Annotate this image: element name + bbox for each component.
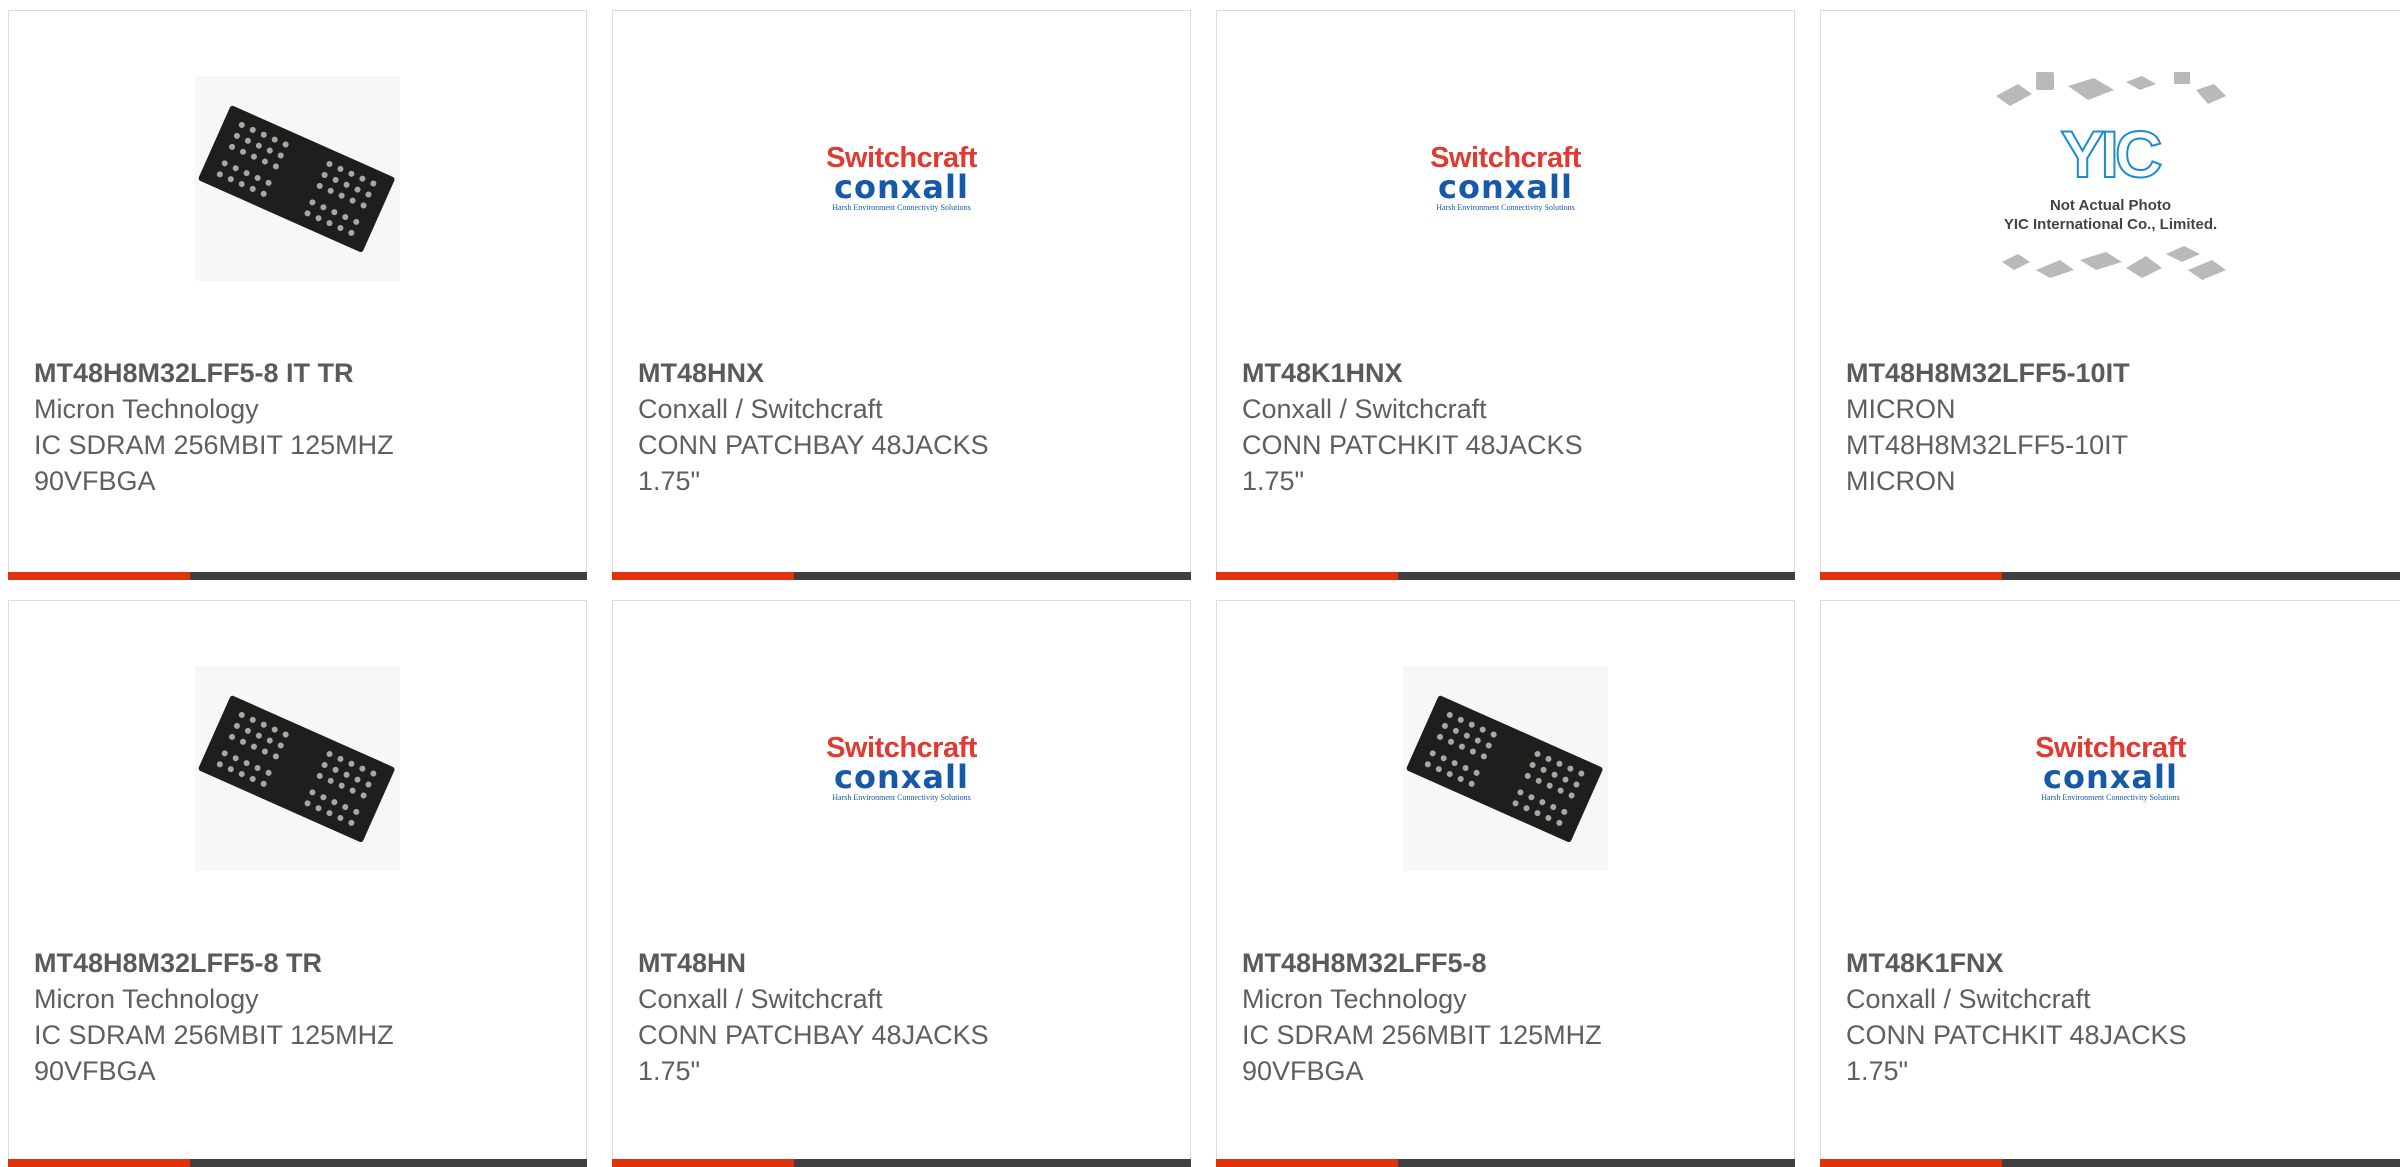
switchcraft-logo: Switchcraft conxall Harsh Environment Co… (2035, 734, 2186, 802)
description-line: CONN PATCHKIT 48JACKS (1242, 430, 1583, 460)
card-bottom-bar (8, 1159, 587, 1167)
product-card[interactable]: YIC Not Actual Photo YIC International C… (1820, 10, 2400, 580)
description-line: 90VFBGA (34, 466, 156, 496)
product-image: YIC Not Actual Photo YIC International C… (1821, 51, 2400, 301)
card-accent (612, 1159, 794, 1167)
logo-tagline: Harsh Environment Connectivity Solutions (1436, 203, 1575, 212)
card-bottom-bar (1216, 572, 1795, 580)
card-bottom-bar (1820, 572, 2400, 580)
chip-icon (195, 665, 400, 871)
manufacturer: Micron Technology (1242, 984, 1467, 1014)
card-accent (612, 572, 794, 580)
product-image (9, 73, 586, 283)
switchcraft-logo: Switchcraft conxall Harsh Environment Co… (826, 144, 977, 212)
description-line: 90VFBGA (34, 1056, 156, 1086)
description-line: MICRON (1846, 466, 1956, 496)
part-number[interactable]: MT48H8M32LFF5-10IT (1846, 355, 2380, 391)
product-image (1217, 663, 1794, 873)
part-number[interactable]: MT48H8M32LFF5-8 (1242, 945, 1774, 981)
chip-icon (1403, 665, 1608, 871)
logo-line: conxall (834, 168, 969, 206)
part-number[interactable]: MT48H8M32LFF5-8 IT TR (34, 355, 566, 391)
part-number[interactable]: MT48HNX (638, 355, 1170, 391)
manufacturer: Conxall / Switchcraft (638, 984, 883, 1014)
product-image: Switchcraft conxall Harsh Environment Co… (1821, 663, 2400, 873)
product-image: Switchcraft conxall Harsh Environment Co… (613, 663, 1190, 873)
part-number[interactable]: MT48HN (638, 945, 1170, 981)
manufacturer: Conxall / Switchcraft (638, 394, 883, 424)
card-accent (1820, 572, 2002, 580)
description-line: MT48H8M32LFF5-10IT (1846, 430, 2129, 460)
switchcraft-logo: Switchcraft conxall Harsh Environment Co… (1430, 144, 1581, 212)
manufacturer: MICRON (1846, 394, 1956, 424)
placeholder-text: Not Actual Photo (2049, 197, 2172, 214)
logo-line: conxall (834, 758, 969, 796)
card-bottom-bar (612, 572, 1191, 580)
manufacturer: Micron Technology (34, 394, 259, 424)
description-line: 90VFBGA (1242, 1056, 1364, 1086)
product-image: Switchcraft conxall Harsh Environment Co… (1217, 73, 1794, 283)
card-bottom-bar (612, 1159, 1191, 1167)
card-bottom-bar (1216, 1159, 1795, 1167)
product-image (9, 663, 586, 873)
manufacturer: Conxall / Switchcraft (1846, 984, 2091, 1014)
product-grid: MT48H8M32LFF5-8 IT TR Micron Technology … (0, 0, 2400, 1167)
placeholder-text: YIC International Co., Limited. (2003, 216, 2218, 233)
card-bottom-bar (8, 572, 587, 580)
description-line: CONN PATCHBAY 48JACKS (638, 1020, 989, 1050)
description-line: CONN PATCHBAY 48JACKS (638, 430, 989, 460)
description-line: 1.75" (1242, 466, 1305, 496)
description-line: IC SDRAM 256MBIT 125MHZ (34, 1020, 394, 1050)
logo-tagline: Harsh Environment Connectivity Solutions (2041, 793, 2180, 802)
part-number[interactable]: MT48K1FNX (1846, 945, 2380, 981)
description-line: 1.75" (638, 1056, 701, 1086)
manufacturer: Conxall / Switchcraft (1242, 394, 1487, 424)
product-card[interactable]: Switchcraft conxall Harsh Environment Co… (612, 10, 1191, 580)
product-card[interactable]: MT48H8M32LFF5-8 Micron Technology IC SDR… (1216, 600, 1795, 1167)
manufacturer: Micron Technology (34, 984, 259, 1014)
description-line: 1.75" (638, 466, 701, 496)
product-card[interactable]: MT48H8M32LFF5-8 IT TR Micron Technology … (8, 10, 587, 580)
card-accent (1216, 1159, 1398, 1167)
card-accent (1216, 572, 1398, 580)
logo-tagline: Harsh Environment Connectivity Solutions (832, 203, 971, 212)
logo-tagline: Harsh Environment Connectivity Solutions (832, 793, 971, 802)
card-accent (1820, 1159, 2002, 1167)
description-line: IC SDRAM 256MBIT 125MHZ (34, 430, 394, 460)
logo-line: conxall (2043, 758, 2178, 796)
card-accent (8, 1159, 190, 1167)
placeholder-photo: YIC Not Actual Photo YIC International C… (1976, 56, 2246, 296)
description-line: CONN PATCHKIT 48JACKS (1846, 1020, 2187, 1050)
product-card[interactable]: Switchcraft conxall Harsh Environment Co… (1216, 10, 1795, 580)
product-card[interactable]: MT48H8M32LFF5-8 TR Micron Technology IC … (8, 600, 587, 1167)
part-number[interactable]: MT48H8M32LFF5-8 TR (34, 945, 566, 981)
part-number[interactable]: MT48K1HNX (1242, 355, 1774, 391)
product-card[interactable]: Switchcraft conxall Harsh Environment Co… (612, 600, 1191, 1167)
description-line: IC SDRAM 256MBIT 125MHZ (1242, 1020, 1602, 1050)
chip-icon (195, 75, 400, 281)
card-accent (8, 572, 190, 580)
logo-line: conxall (1438, 168, 1573, 206)
switchcraft-logo: Switchcraft conxall Harsh Environment Co… (826, 734, 977, 802)
product-card[interactable]: Switchcraft conxall Harsh Environment Co… (1820, 600, 2400, 1167)
description-line: 1.75" (1846, 1056, 1909, 1086)
card-bottom-bar (1820, 1159, 2400, 1167)
yic-mark: YIC (2059, 116, 2163, 192)
product-image: Switchcraft conxall Harsh Environment Co… (613, 73, 1190, 283)
